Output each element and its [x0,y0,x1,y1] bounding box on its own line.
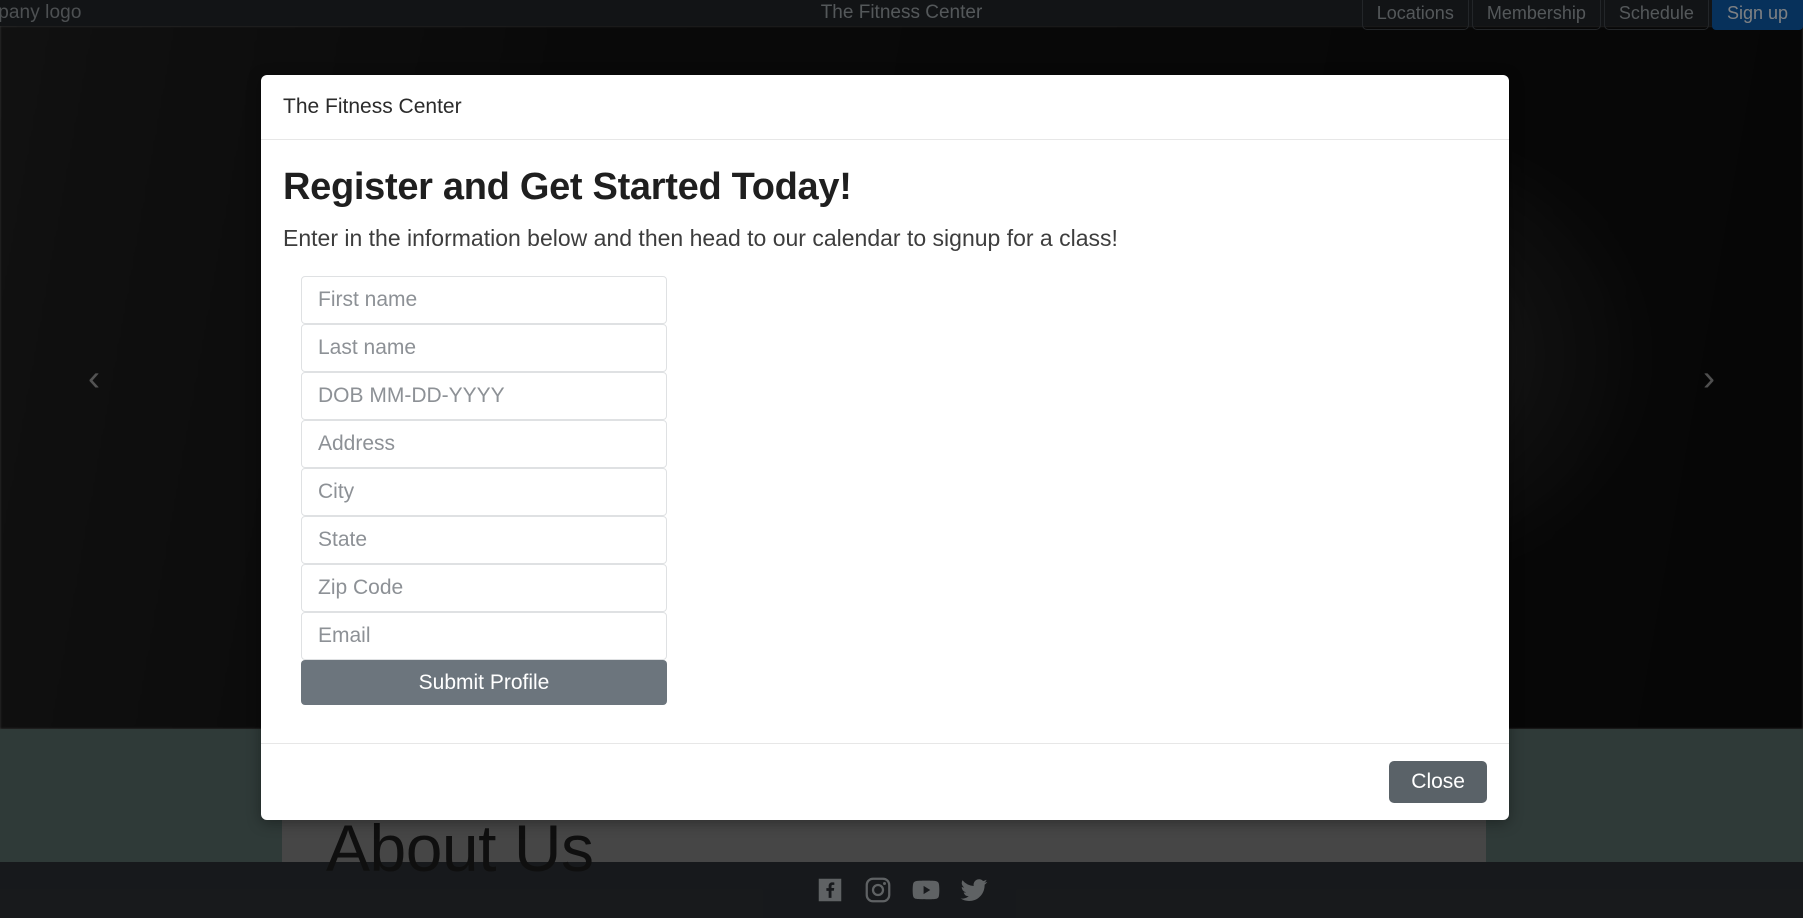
email-input[interactable] [301,612,667,660]
state-input[interactable] [301,516,667,564]
city-input[interactable] [301,468,667,516]
submit-profile-button[interactable]: Submit Profile [301,660,667,705]
registration-modal: The Fitness Center Register and Get Star… [261,75,1509,820]
modal-header: The Fitness Center [261,75,1509,140]
last-name-input[interactable] [301,324,667,372]
zip-code-input[interactable] [301,564,667,612]
modal-title: The Fitness Center [283,95,462,118]
address-input[interactable] [301,420,667,468]
modal-body: Register and Get Started Today! Enter in… [261,140,1509,743]
dob-input[interactable] [301,372,667,420]
form-subheading: Enter in the information below and then … [283,225,1118,251]
modal-footer: Close [261,743,1509,820]
form-heading: Register and Get Started Today! [283,166,852,208]
first-name-input[interactable] [301,276,667,324]
registration-form: Submit Profile [301,276,667,705]
close-button[interactable]: Close [1389,761,1487,803]
